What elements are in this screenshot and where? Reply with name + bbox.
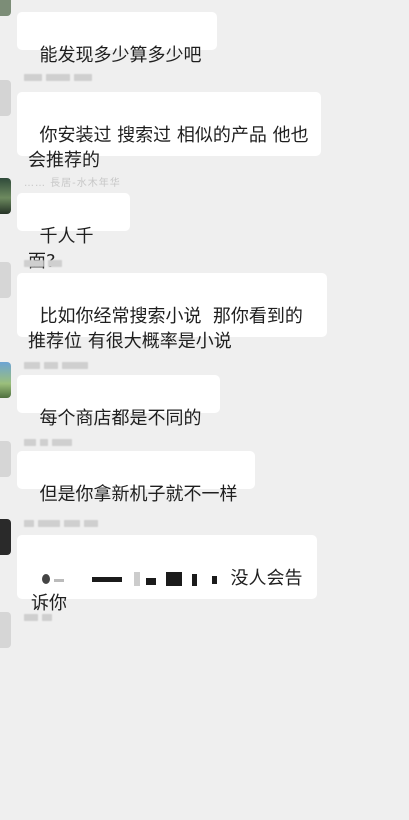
avatar[interactable] (0, 441, 11, 477)
message-text: 你安装过 搜索过 相似的产品 他也会推荐的 (28, 125, 309, 171)
sender-name (24, 258, 62, 269)
sender-name (24, 518, 98, 529)
sender-name-text: …… 長居-水木年华 (24, 178, 121, 189)
message-bubble[interactable]: 你安装过 搜索过 相似的产品 他也会推荐的 (17, 92, 321, 171)
avatar[interactable] (0, 0, 11, 16)
message-text: 每个商店都是不同的 (39, 408, 202, 429)
message-bubble[interactable]: 没人会告诉你 (17, 535, 317, 614)
message-bubble[interactable]: 每个商店都是不同的 (17, 375, 220, 429)
redacted-text (42, 570, 230, 588)
message-bubble[interactable]: 比如你经常搜索小说 那你看到的推荐位 有很大概率是小说 (17, 273, 327, 352)
sender-name (24, 437, 72, 448)
avatar[interactable] (0, 80, 11, 116)
message-bubble[interactable]: 千人千面? (17, 193, 130, 272)
sender-name (24, 72, 92, 83)
message-text: 能发现多少算多少吧 (39, 45, 202, 66)
avatar[interactable] (0, 612, 11, 648)
sender-name (24, 360, 88, 371)
avatar[interactable] (0, 362, 11, 398)
message-text: 比如你经常搜索小说 那你看到的推荐位 有很大概率是小说 (28, 306, 303, 352)
message-text: 但是你拿新机子就不一样 (39, 484, 238, 505)
avatar[interactable] (0, 178, 11, 214)
avatar[interactable] (0, 519, 11, 555)
avatar[interactable] (0, 262, 11, 298)
message-bubble[interactable]: 但是你拿新机子就不一样 (17, 451, 255, 505)
sender-name: …… 長居-水木年华 (24, 176, 121, 189)
message-bubble[interactable]: 能发现多少算多少吧 (17, 12, 217, 66)
